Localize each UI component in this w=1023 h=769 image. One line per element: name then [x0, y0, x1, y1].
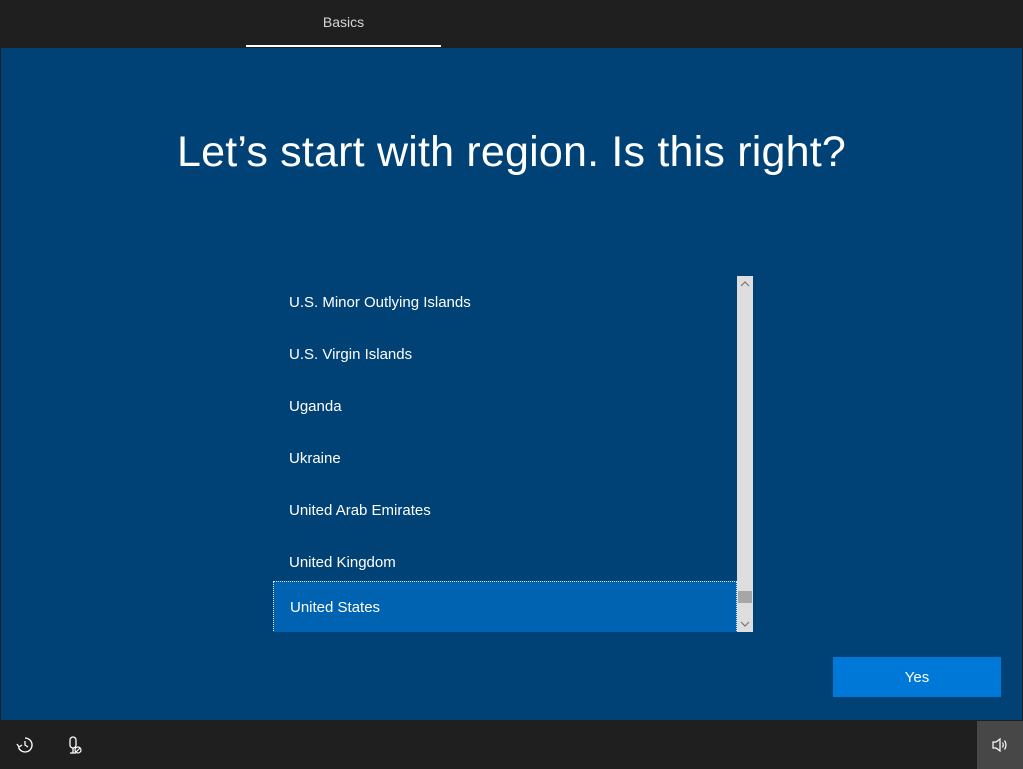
yes-button[interactable]: Yes — [833, 657, 1001, 697]
volume-button[interactable] — [977, 721, 1023, 769]
list-item[interactable]: Uganda — [273, 380, 737, 432]
bottom-bar — [0, 721, 1023, 769]
tab-basics[interactable]: Basics — [246, 0, 441, 47]
list-item[interactable]: U.S. Virgin Islands — [273, 328, 737, 380]
mic-off-icon[interactable] — [61, 733, 85, 757]
list-item-selected[interactable]: United States — [273, 581, 737, 632]
page-title: Let’s start with region. Is this right? — [176, 128, 847, 176]
scroll-down-icon[interactable] — [737, 616, 753, 632]
scroll-thumb[interactable] — [738, 591, 752, 603]
main-panel: Let’s start with region. Is this right? … — [1, 48, 1022, 720]
list-item[interactable]: U.S. Minor Outlying Islands — [273, 276, 737, 328]
list-item[interactable]: Ukraine — [273, 432, 737, 484]
top-bar: Basics — [0, 0, 1023, 47]
volume-icon — [991, 737, 1009, 753]
ease-of-access-icon[interactable] — [13, 733, 37, 757]
list-scrollbar[interactable] — [737, 276, 753, 632]
list-item[interactable]: United Arab Emirates — [273, 484, 737, 536]
region-list[interactable]: U.S. Minor Outlying Islands U.S. Virgin … — [273, 276, 753, 632]
scroll-up-icon[interactable] — [737, 276, 753, 292]
